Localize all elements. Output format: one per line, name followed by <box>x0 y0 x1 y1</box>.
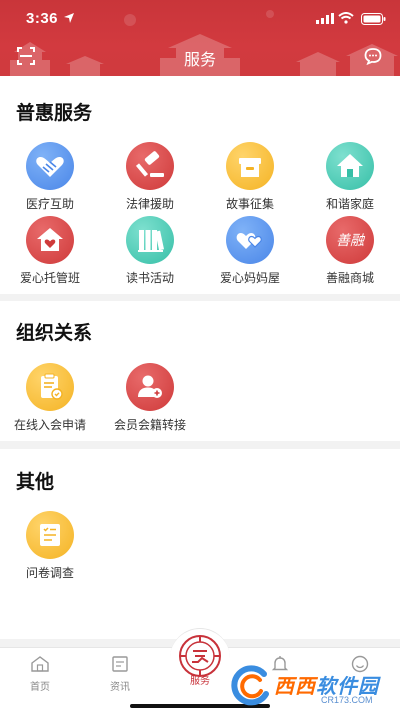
service-label: 故事征集 <box>225 197 274 211</box>
service-label: 问卷调查 <box>25 566 74 580</box>
watermark-text-a: 西西 <box>274 676 316 698</box>
gavel-icon <box>126 142 174 190</box>
tab-news[interactable]: 资讯 <box>80 652 160 693</box>
section-puhui: 普惠服务 医疗互助 法律援助 故事征集 和谐家庭 爱心托管班 读书活动 爱心妈妈… <box>0 76 400 294</box>
message-icon[interactable] <box>363 46 383 66</box>
service-label: 和谐家庭 <box>325 197 374 211</box>
home-icon <box>31 656 49 672</box>
section-title: 普惠服务 <box>16 103 93 124</box>
house-heart-icon <box>26 216 74 264</box>
page-title: 服务 <box>183 52 216 69</box>
service-reading[interactable]: 读书活动 <box>100 216 200 286</box>
service-story-collection[interactable]: 故事征集 <box>200 142 300 212</box>
clipboard-form-icon <box>26 363 74 411</box>
site-watermark: 西西软件园 CR173.COM <box>226 664 396 708</box>
nav-bar: 服务 <box>0 36 400 76</box>
section-title: 组织关系 <box>16 323 93 344</box>
tab-home[interactable]: 首页 <box>0 652 80 693</box>
checklist-icon <box>26 511 74 559</box>
tab-label: 首页 <box>30 682 50 693</box>
house-icon <box>326 142 374 190</box>
service-medical-aid[interactable]: 医疗互助 <box>0 142 100 212</box>
tab-label: 资讯 <box>110 682 130 693</box>
service-label: 爱心托管班 <box>19 271 80 285</box>
service-care-class[interactable]: 爱心托管班 <box>0 216 100 286</box>
wifi-icon <box>338 12 354 24</box>
battery-icon <box>361 13 386 25</box>
user-add-icon <box>126 363 174 411</box>
signal-icon <box>316 13 334 24</box>
box-icon <box>226 142 274 190</box>
books-icon <box>126 216 174 264</box>
status-bar: 3:36 <box>0 0 400 36</box>
news-icon <box>112 656 128 672</box>
svg-text:善融: 善融 <box>336 233 366 249</box>
hearts-icon <box>226 216 274 264</box>
service-label: 爱心妈妈屋 <box>219 271 280 285</box>
status-time: 3:36 <box>26 10 59 27</box>
handshake-heart-icon <box>26 142 74 190</box>
service-label: 善融商城 <box>325 271 374 285</box>
tab-label: 服务 <box>190 676 210 687</box>
service-survey[interactable]: 问卷调查 <box>0 511 100 581</box>
section-title: 其他 <box>16 472 55 493</box>
service-label: 会员会籍转接 <box>113 418 186 432</box>
watermark-site: CR173.COM <box>321 695 373 705</box>
section-other: 其他 问卷调查 <box>0 449 400 639</box>
location-arrow-icon <box>64 13 74 23</box>
service-mother-house[interactable]: 爱心妈妈屋 <box>200 216 300 286</box>
service-label: 医疗互助 <box>25 197 74 211</box>
shanrong-logo-icon: 善融 <box>326 216 374 264</box>
app-header: 3:36 服务 <box>0 0 400 76</box>
watermark-logo-icon <box>231 665 269 706</box>
service-legal-aid[interactable]: 法律援助 <box>100 142 200 212</box>
service-harmonious-family[interactable]: 和谐家庭 <box>300 142 400 212</box>
service-label: 法律援助 <box>125 197 174 211</box>
service-shanrong-mall[interactable]: 善融 善融商城 <box>300 216 400 286</box>
service-online-join[interactable]: 在线入会申请 <box>0 363 100 433</box>
section-organization: 组织关系 在线入会申请 会员会籍转接 <box>0 301 400 441</box>
service-label: 在线入会申请 <box>13 418 86 432</box>
service-membership-transfer[interactable]: 会员会籍转接 <box>100 363 200 433</box>
service-label: 读书活动 <box>125 271 174 285</box>
